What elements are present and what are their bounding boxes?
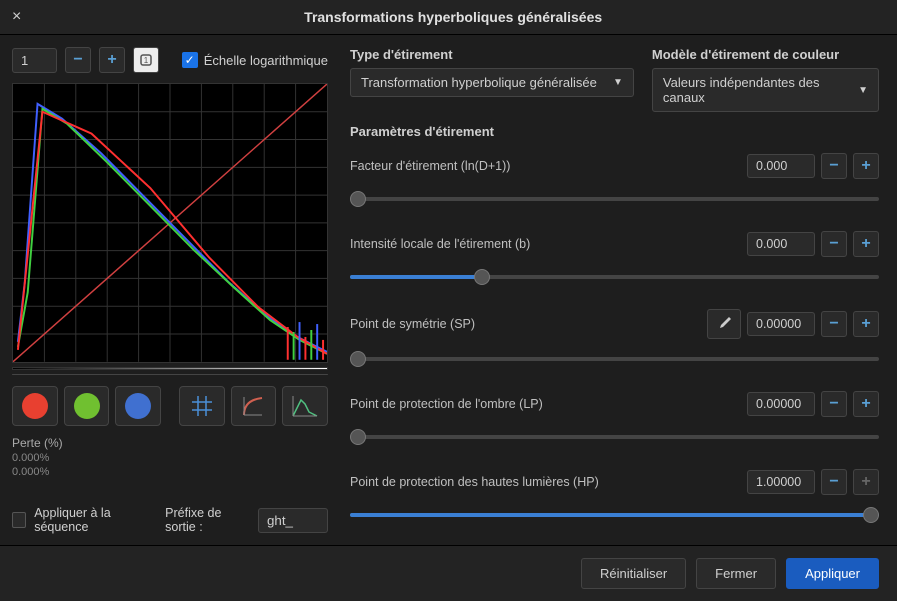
param-lp-label: Point de protection de l'ombre (LP): [350, 397, 543, 411]
color-model-value: Valeurs indépendantes des canaux: [663, 75, 858, 105]
count-input[interactable]: [12, 48, 57, 73]
param-hp-slider[interactable]: [350, 505, 879, 525]
param-d-minus-button[interactable]: −: [821, 153, 847, 179]
param-b-minus-button[interactable]: −: [821, 231, 847, 257]
count-plus-button[interactable]: +: [99, 47, 125, 73]
param-b-input[interactable]: [747, 232, 815, 256]
blue-circle-icon: [125, 393, 151, 419]
stretch-type-value: Transformation hyperbolique généralisée: [361, 75, 597, 90]
histogram-mode-button[interactable]: [282, 386, 328, 426]
param-lp-plus-button[interactable]: +: [853, 391, 879, 417]
stretch-type-dropdown[interactable]: Transformation hyperbolique généralisée …: [350, 68, 634, 97]
param-sp-minus-button[interactable]: −: [821, 311, 847, 337]
reset-icon: 1: [139, 53, 153, 67]
param-d-slider[interactable]: [350, 189, 879, 209]
apply-sequence-label: Appliquer à la séquence: [34, 506, 151, 534]
loss-value-2: 0.000%: [12, 466, 328, 478]
param-lp-input[interactable]: [747, 392, 815, 416]
grid-icon: [190, 394, 214, 418]
param-d-label: Facteur d'étirement (ln(D+1)): [350, 159, 510, 173]
param-sp-plus-button[interactable]: +: [853, 311, 879, 337]
chevron-down-icon: ▼: [858, 85, 868, 96]
param-hp-label: Point de protection des hautes lumières …: [350, 475, 599, 489]
count-minus-button[interactable]: −: [65, 47, 91, 73]
param-sp-input[interactable]: [747, 312, 815, 336]
window-title: Transformations hyperboliques généralisé…: [21, 9, 885, 25]
close-icon[interactable]: ×: [12, 8, 21, 26]
param-b-label: Intensité locale de l'étirement (b): [350, 237, 530, 251]
histogram-plot: [12, 83, 328, 363]
param-sp-slider[interactable]: [350, 349, 879, 369]
reset-count-button[interactable]: 1: [133, 47, 159, 73]
apply-button[interactable]: Appliquer: [786, 558, 879, 589]
histogram-icon: [291, 394, 319, 418]
close-button[interactable]: Fermer: [696, 558, 776, 589]
reset-button[interactable]: Réinitialiser: [581, 558, 686, 589]
eyedropper-icon: [715, 315, 733, 333]
param-d-plus-button[interactable]: +: [853, 153, 879, 179]
blue-channel-button[interactable]: [115, 386, 161, 426]
param-hp-plus-button[interactable]: +: [853, 469, 879, 495]
prefix-label: Préfixe de sortie :: [165, 506, 250, 534]
apply-sequence-checkbox[interactable]: [12, 512, 26, 528]
stretch-type-label: Type d'étirement: [350, 47, 634, 62]
log-scale-checkbox[interactable]: ✓ Échelle logarithmique: [182, 52, 328, 68]
color-model-label: Modèle d'étirement de couleur: [652, 47, 879, 62]
param-lp-minus-button[interactable]: −: [821, 391, 847, 417]
grid-toggle-button[interactable]: [179, 386, 225, 426]
params-section-title: Paramètres d'étirement: [350, 124, 879, 139]
color-model-dropdown[interactable]: Valeurs indépendantes des canaux ▼: [652, 68, 879, 112]
prefix-input[interactable]: [258, 508, 328, 533]
loss-label: Perte (%): [12, 436, 328, 450]
red-channel-button[interactable]: [12, 386, 58, 426]
param-d-input[interactable]: [747, 154, 815, 178]
log-scale-label: Échelle logarithmique: [204, 53, 328, 68]
param-hp-minus-button[interactable]: −: [821, 469, 847, 495]
curve-mode-button[interactable]: [231, 386, 277, 426]
svg-text:1: 1: [144, 56, 149, 65]
loss-value-1: 0.000%: [12, 452, 328, 464]
param-hp-input[interactable]: [747, 470, 815, 494]
gradient-bar: [12, 367, 328, 370]
green-channel-button[interactable]: [64, 386, 110, 426]
green-circle-icon: [74, 393, 100, 419]
param-b-slider[interactable]: [350, 267, 879, 287]
sp-eyedropper-button[interactable]: [707, 309, 741, 339]
param-b-plus-button[interactable]: +: [853, 231, 879, 257]
curve-icon: [241, 394, 265, 418]
check-icon: ✓: [182, 52, 198, 68]
chevron-down-icon: ▼: [613, 77, 623, 88]
param-lp-slider[interactable]: [350, 427, 879, 447]
param-sp-label: Point de symétrie (SP): [350, 317, 475, 331]
red-circle-icon: [22, 393, 48, 419]
